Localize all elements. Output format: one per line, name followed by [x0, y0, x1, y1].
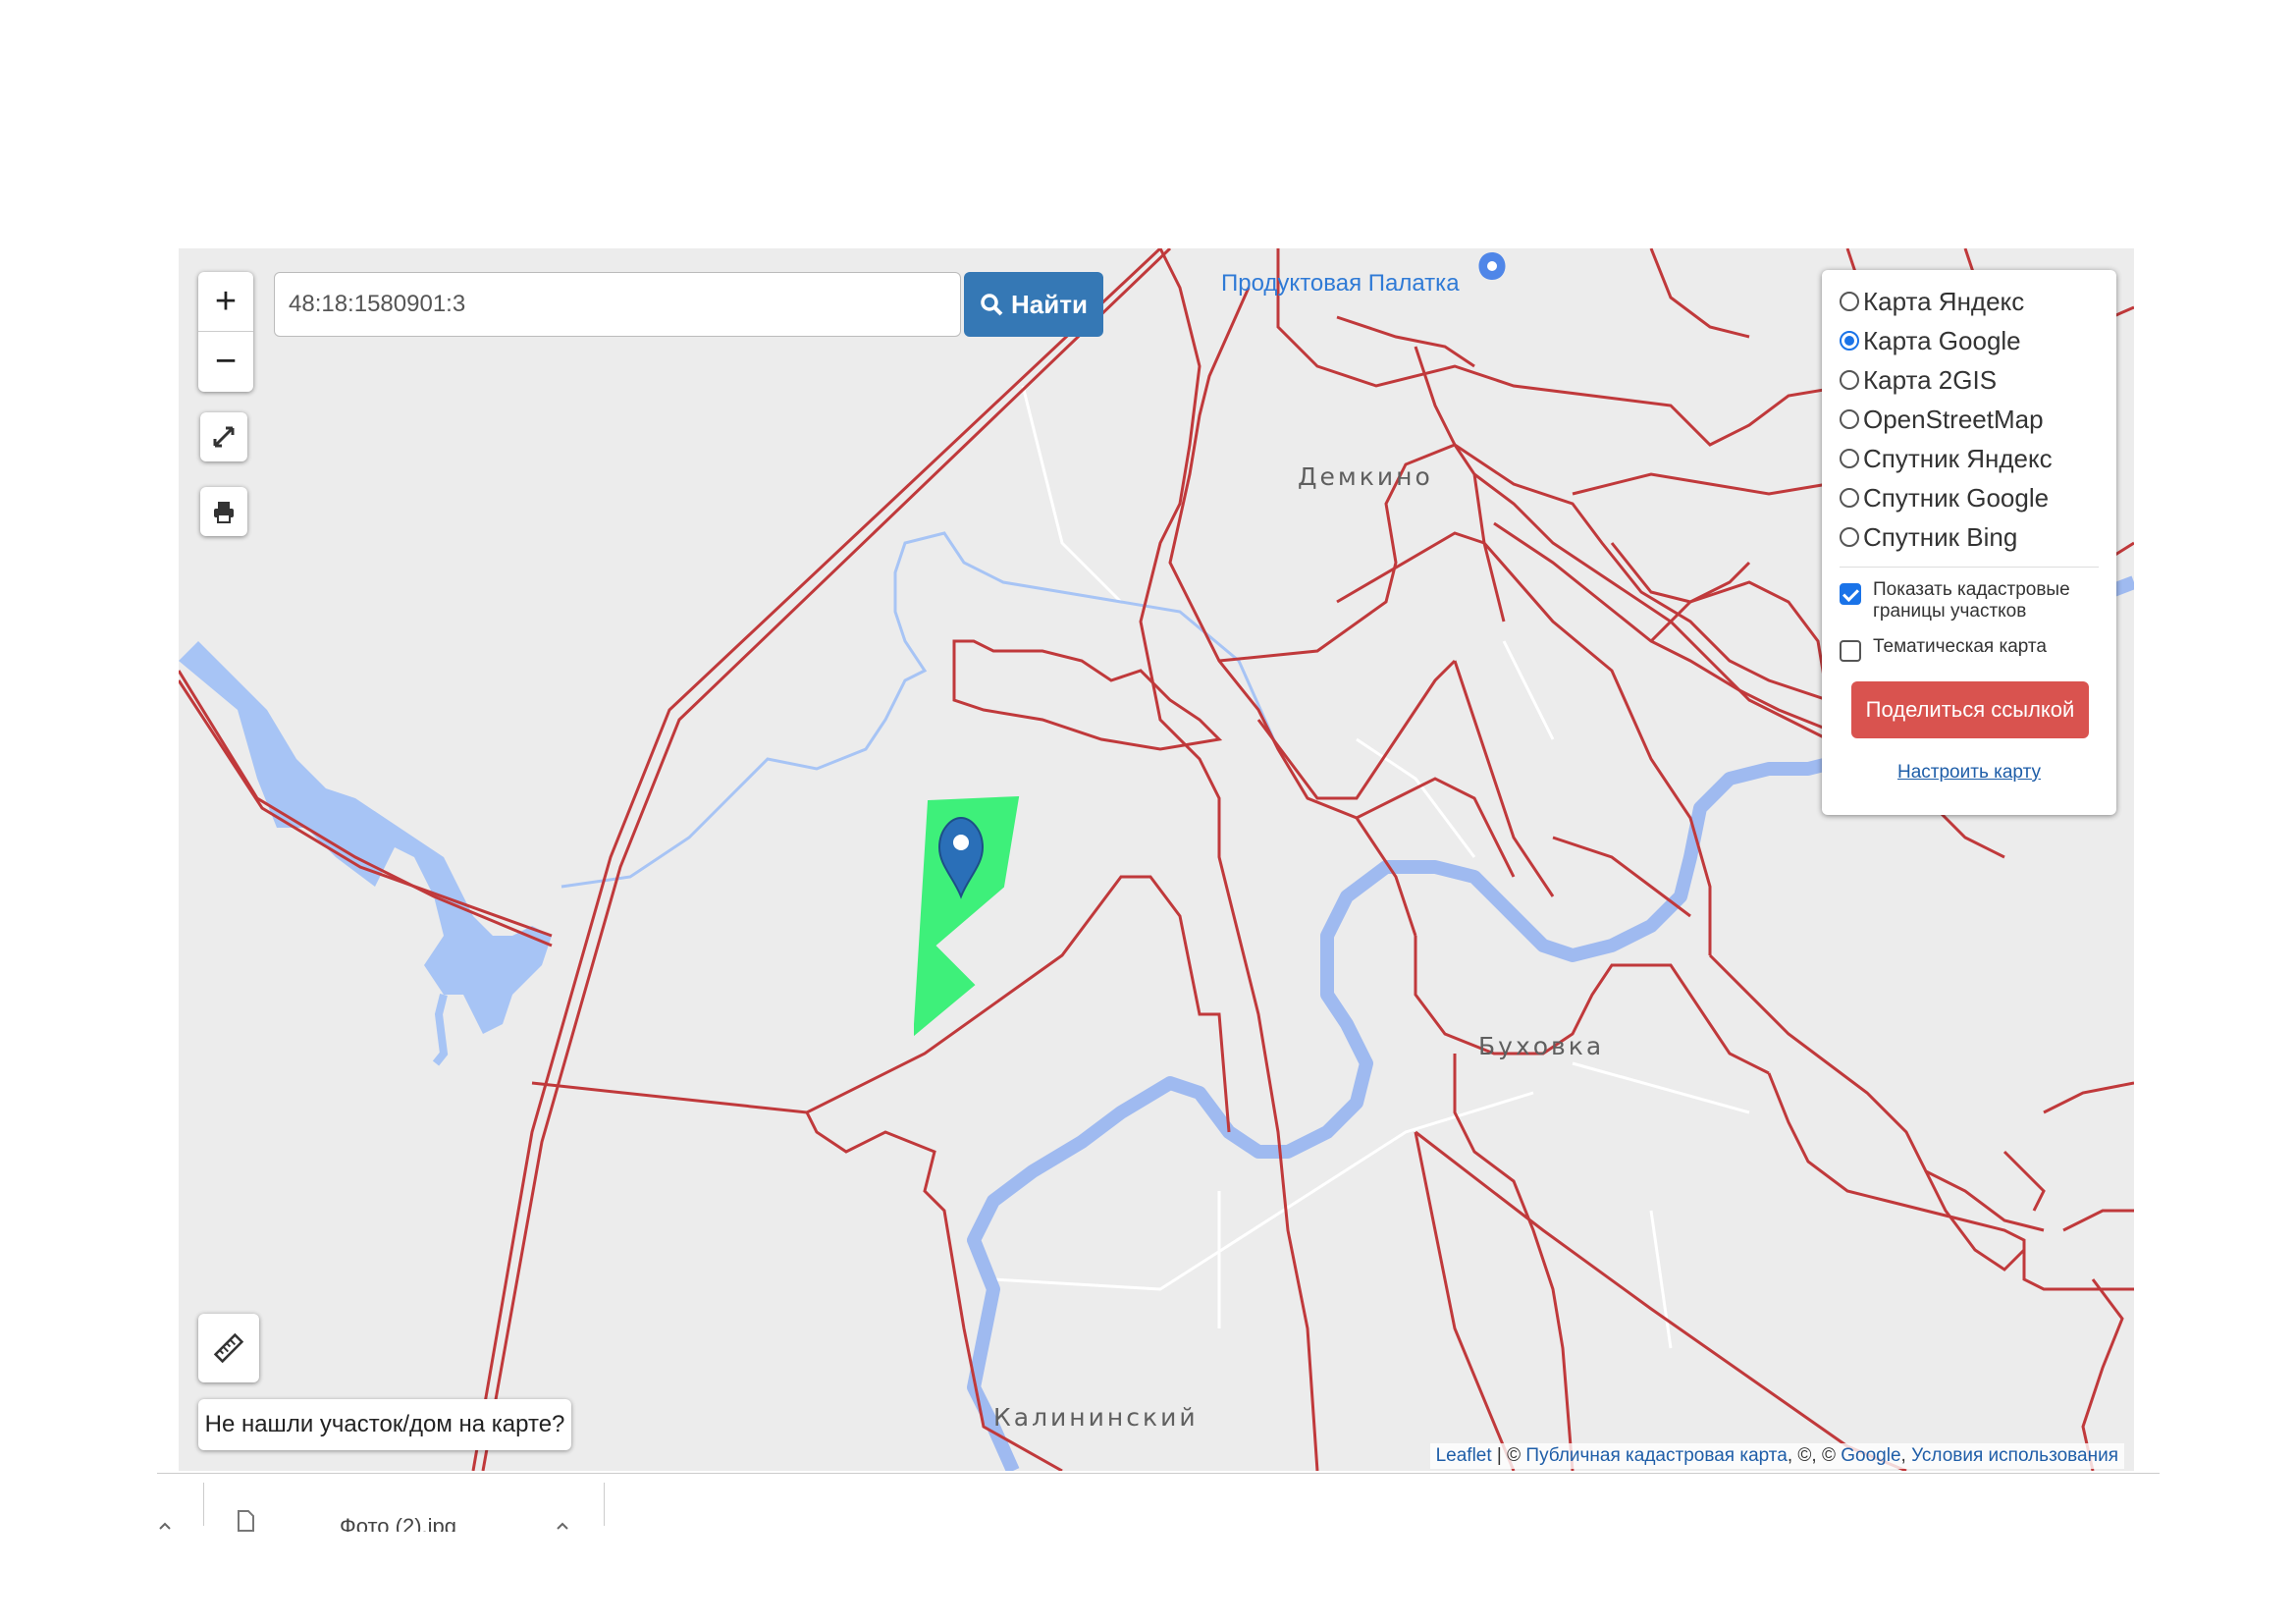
checkbox-icon [1840, 583, 1861, 605]
ruler-button[interactable] [198, 1314, 259, 1382]
radio-icon [1840, 449, 1859, 468]
layer-option-google-map[interactable]: Карта Google [1840, 321, 2099, 360]
layer-option-2gis-map[interactable]: Карта 2GIS [1840, 360, 2099, 400]
print-button[interactable] [200, 487, 247, 536]
layer-option-yandex-satellite[interactable]: Спутник Яндекс [1840, 439, 2099, 478]
file-icon [238, 1510, 254, 1532]
configure-map-link[interactable]: Настроить карту [1840, 762, 2099, 784]
map-attribution: Leaflet | © Публичная кадастровая карта,… [1429, 1443, 2124, 1469]
download-bar-top-border [157, 1473, 2160, 1474]
radio-icon [1840, 292, 1859, 311]
download-bar-divider [203, 1483, 204, 1526]
minor-roads [992, 385, 1750, 1349]
chevron-up-icon[interactable] [555, 1520, 570, 1532]
download-bar-divider [604, 1483, 605, 1526]
layer-option-google-satellite[interactable]: Спутник Google [1840, 478, 2099, 517]
layer-option-yandex-map[interactable]: Карта Яндекс [1840, 282, 2099, 321]
printer-icon [214, 502, 234, 523]
terms-link[interactable]: Условия использования [1911, 1445, 2118, 1466]
leaflet-link[interactable]: Leaflet [1436, 1445, 1492, 1466]
panel-divider [1840, 567, 2099, 568]
lake-shape [179, 641, 552, 1034]
layer-option-bing-satellite[interactable]: Спутник Bing [1840, 517, 2099, 557]
fullscreen-button[interactable] [200, 412, 247, 461]
ruler-icon [213, 1332, 244, 1364]
cadastral-search-input[interactable] [274, 272, 961, 337]
layer-options-list: Карта Яндекс Карта Google Карта 2GIS Ope… [1840, 282, 2099, 557]
layer-switcher-panel: Карта Яндекс Карта Google Карта 2GIS Ope… [1822, 270, 2116, 815]
village-label-bukhovka: Буховка [1478, 1032, 1605, 1060]
checkbox-icon [1840, 640, 1861, 662]
zoom-control: + − [198, 272, 253, 392]
chevron-up-icon[interactable] [157, 1520, 173, 1532]
village-label-demkino: Демкино [1298, 462, 1433, 491]
poi-label: Продуктовая Палатка [1221, 270, 1460, 297]
share-link-button[interactable]: Поделиться ссылкой [1851, 681, 2089, 738]
zoom-in-button[interactable]: + [198, 272, 253, 332]
radio-icon [1840, 370, 1859, 390]
download-bar: Фото (2).jpg [157, 1473, 2160, 1532]
radio-icon [1840, 409, 1859, 429]
cadastral-map-link[interactable]: Публичная кадастровая карта [1525, 1445, 1787, 1466]
download-file-name[interactable]: Фото (2).jpg [340, 1514, 456, 1532]
find-button[interactable]: Найти [964, 272, 1103, 337]
google-link[interactable]: Google [1841, 1445, 1900, 1466]
layer-option-openstreetmap[interactable]: OpenStreetMap [1840, 400, 2099, 439]
village-label-kalininsky: Калининский [993, 1403, 1199, 1432]
radio-icon [1840, 527, 1859, 547]
thematic-map-checkbox[interactable]: Тематическая карта [1840, 636, 2099, 662]
fullscreen-icon [213, 426, 235, 448]
search-icon [981, 294, 1003, 316]
radio-icon [1840, 488, 1859, 508]
find-button-label: Найти [1011, 289, 1088, 319]
zoom-out-button[interactable]: − [198, 332, 253, 391]
poi-pin-icon [1478, 252, 1506, 299]
not-found-button[interactable]: Не нашли участок/дом на карте? [198, 1399, 571, 1450]
radio-icon [1840, 331, 1859, 351]
map-container[interactable]: Продуктовая Палатка Демкино Буховка Кали… [179, 248, 2134, 1471]
show-cadastral-checkbox[interactable]: Показать кадастровые границы участков [1840, 579, 2099, 623]
